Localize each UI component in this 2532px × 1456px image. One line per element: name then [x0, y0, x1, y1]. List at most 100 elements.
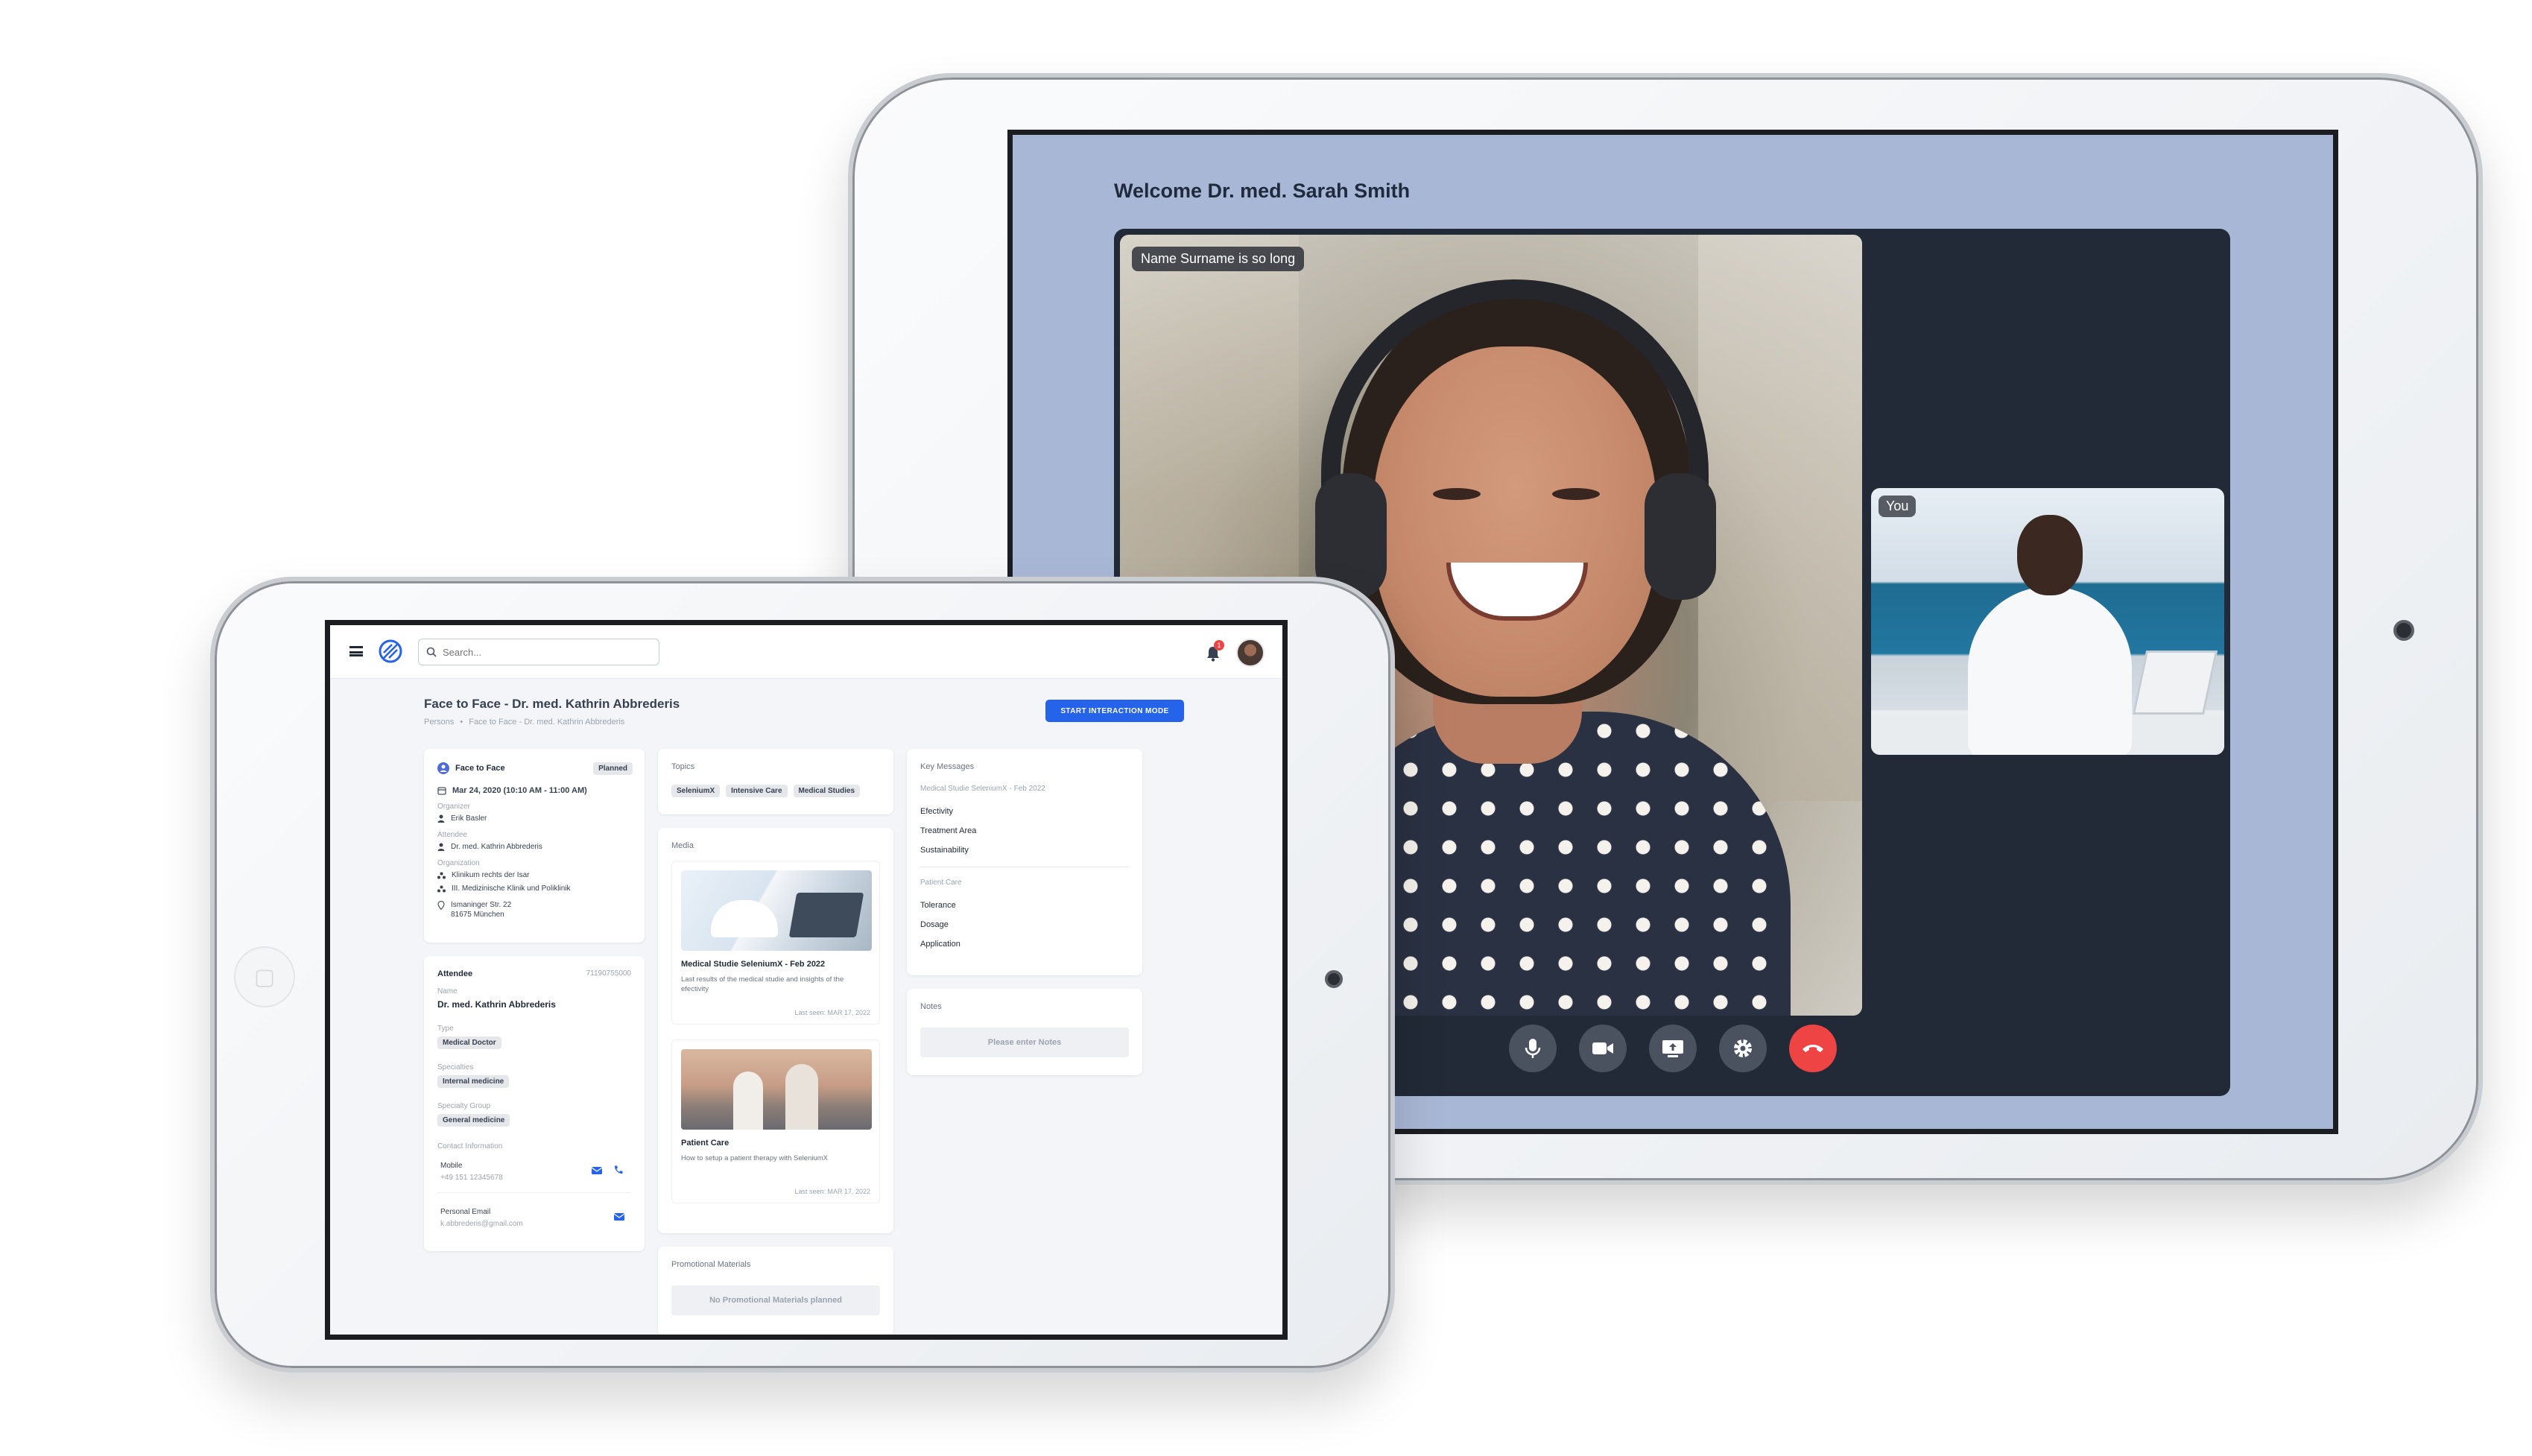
- calendar-icon: [437, 787, 446, 795]
- email-label: Personal Email: [440, 1208, 491, 1216]
- media-item[interactable]: Medical Studie SeleniumX - Feb 2022 Last…: [671, 861, 880, 1025]
- media-item[interactable]: Patient Care How to setup a patient ther…: [671, 1039, 880, 1203]
- video-camera-icon: [1592, 1042, 1613, 1054]
- mail-icon[interactable]: [591, 1166, 603, 1175]
- key-message-item: Sustainability: [920, 846, 969, 855]
- laptop-graphic: [788, 893, 864, 937]
- media-item-description: Last results of the medical studie and i…: [681, 975, 844, 994]
- page-title: Face to Face - Dr. med. Kathrin Abbreder…: [424, 697, 680, 711]
- settings-button[interactable]: [1719, 1025, 1767, 1072]
- organizer-label: Organizer: [437, 803, 470, 811]
- key-message-item: Application: [920, 940, 960, 949]
- notes-input[interactable]: Please enter Notes: [920, 1028, 1129, 1057]
- topic-chips: SeleniumX Intensive Care Medical Studies: [671, 785, 861, 797]
- media-item-last-seen: Last seen: MAR 17, 2022: [794, 1009, 870, 1016]
- key-messages-group-title: Patient Care: [920, 879, 962, 887]
- notification-badge: 1: [1214, 640, 1224, 651]
- notes-title: Notes: [920, 1002, 942, 1011]
- key-message-item: Treatment Area: [920, 826, 977, 835]
- background-shelf: [1698, 235, 1862, 801]
- topics-card: Topics SeleniumX Intensive Care Medical …: [658, 749, 893, 814]
- attendee-name: Dr. med. Kathrin Abbrederis: [451, 843, 542, 851]
- attendee-id: 71190755000: [586, 969, 631, 978]
- doctor-head: [2017, 515, 2083, 595]
- camera-lens: [1325, 970, 1343, 988]
- camera-button[interactable]: [1579, 1025, 1627, 1072]
- specialties-label: Specialties: [437, 1063, 474, 1072]
- specialty-chip: Internal medicine: [437, 1075, 510, 1088]
- gear-icon: [1734, 1039, 1752, 1057]
- search-icon: [426, 647, 437, 657]
- media-item-description: How to setup a patient therapy with Sele…: [681, 1154, 828, 1162]
- attendee-full-name: Dr. med. Kathrin Abbrederis: [437, 999, 556, 1010]
- notes-card: Notes Please enter Notes: [907, 989, 1142, 1075]
- microphone-button[interactable]: [1509, 1025, 1557, 1072]
- self-label: You: [1879, 496, 1917, 517]
- user-avatar[interactable]: [1236, 639, 1265, 667]
- mobile-label: Mobile: [440, 1162, 463, 1170]
- search-input[interactable]: [443, 646, 644, 658]
- media-item-last-seen: Last seen: MAR 17, 2022: [794, 1188, 870, 1195]
- organization-icon: [437, 885, 446, 892]
- topic-chip: Intensive Care: [726, 785, 788, 797]
- organization-icon: [437, 872, 446, 879]
- doctor-coat: [1968, 586, 2132, 755]
- key-message-item: Efectivity: [920, 807, 954, 816]
- mobile-number: +49 151 12345678: [440, 1174, 503, 1182]
- welcome-title: Welcome Dr. med. Sarah Smith: [1114, 180, 1411, 202]
- mobile-contact-row: Mobile +49 151 12345678: [437, 1156, 631, 1193]
- search-box[interactable]: [418, 639, 659, 665]
- share-screen-button[interactable]: [1649, 1025, 1697, 1072]
- microphone-icon: [1525, 1039, 1541, 1058]
- attendee-card: Attendee 71190755000 Name Dr. med. Kathr…: [424, 956, 645, 1251]
- headphones-earcup: [1645, 473, 1716, 600]
- address-row: Ismaninger Str. 22 81675 München: [437, 901, 511, 919]
- key-messages-group-title: Medical Studie SeleniumX - Feb 2022: [920, 785, 1045, 793]
- phone-hangup-icon: [1803, 1045, 1823, 1052]
- promotional-card: Promotional Materials No Promotional Mat…: [658, 1247, 893, 1335]
- self-video: You: [1871, 488, 2224, 755]
- share-screen-icon: [1662, 1040, 1683, 1057]
- key-messages-card: Key Messages Medical Studie SeleniumX - …: [907, 749, 1142, 975]
- status-badge: Planned: [593, 762, 633, 775]
- home-button[interactable]: ▢: [234, 946, 295, 1007]
- hang-up-button[interactable]: [1789, 1025, 1837, 1072]
- breadcrumb-persons[interactable]: Persons: [424, 718, 454, 727]
- organization-row: III. Medizinische Klinik und Poliklinik: [437, 884, 571, 893]
- home-button-icon: ▢: [253, 964, 276, 990]
- key-message-item: Dosage: [920, 920, 949, 929]
- interaction-datetime: Mar 24, 2020 (10:10 AM - 11:00 AM): [452, 786, 587, 795]
- person-graphic: [733, 1072, 763, 1130]
- location-pin-icon: [437, 901, 445, 910]
- address-street: Ismaninger Str. 22: [451, 901, 512, 909]
- laptop: [2132, 651, 2218, 715]
- key-messages-title: Key Messages: [920, 762, 975, 771]
- name-label: Name: [437, 987, 458, 996]
- media-item-title: Medical Studie SeleniumX - Feb 2022: [681, 960, 826, 969]
- contact-label: Contact Information: [437, 1142, 503, 1150]
- interaction-type-row: Face to Face: [437, 762, 505, 774]
- topic-chip: SeleniumX: [671, 785, 721, 797]
- organization-department: III. Medizinische Klinik und Poliklinik: [452, 884, 571, 893]
- menu-icon[interactable]: [349, 646, 363, 656]
- key-message-item: Tolerance: [920, 901, 956, 910]
- promotional-title: Promotional Materials: [671, 1260, 751, 1269]
- address-city: 81675 München: [451, 911, 504, 919]
- promotional-empty-state: No Promotional Materials planned: [671, 1285, 880, 1315]
- person-graphic: [785, 1064, 818, 1130]
- topic-chip: Medical Studies: [793, 785, 861, 797]
- mail-icon[interactable]: [613, 1212, 625, 1221]
- brand-logo-icon: [379, 639, 402, 663]
- doctor-coat-graphic: [711, 900, 778, 937]
- organization-name: Klinikum rechts der Isar: [452, 871, 530, 879]
- camera-lens: [2393, 620, 2414, 641]
- interaction-date-row: Mar 24, 2020 (10:10 AM - 11:00 AM): [437, 786, 587, 795]
- start-interaction-button[interactable]: START INTERACTION MODE: [1045, 700, 1184, 722]
- interaction-type: Face to Face: [455, 764, 505, 773]
- phone-icon[interactable]: [613, 1165, 624, 1175]
- user-icon: [437, 814, 445, 823]
- media-item-title: Patient Care: [681, 1139, 729, 1148]
- top-bar: 1: [330, 625, 1282, 679]
- call-controls: [1509, 1025, 1837, 1072]
- attendee-row: Dr. med. Kathrin Abbrederis: [437, 843, 542, 851]
